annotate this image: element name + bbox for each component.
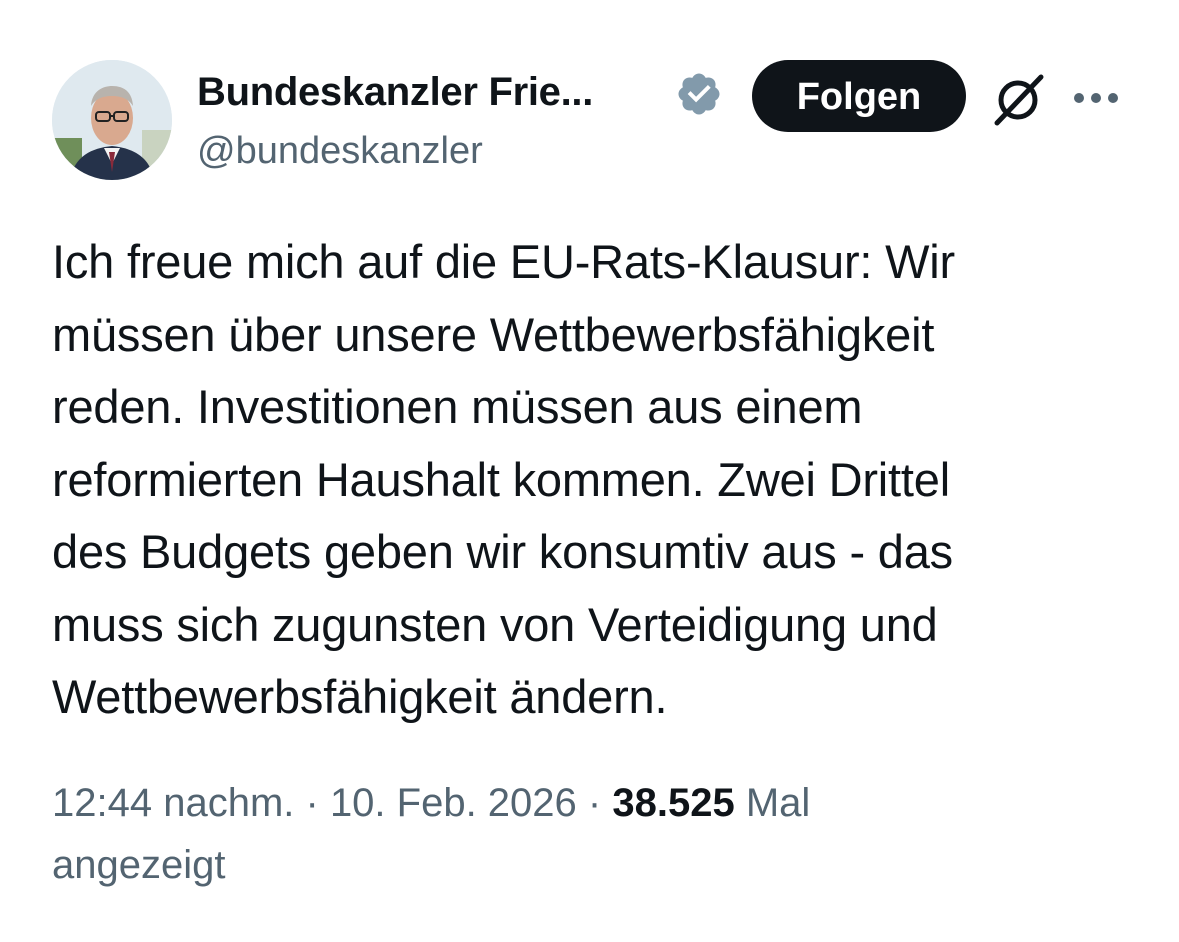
verified-badge-icon[interactable] (675, 70, 723, 118)
tweet-text: Ich freue mich auf die EU-Rats-Klausur: … (52, 226, 1132, 734)
views-label-continued: angezeigt (52, 843, 226, 887)
meta-separator: · (576, 781, 613, 825)
tweet-meta: 12:44 nachm. · 10. Feb. 2026 · 38.525 Ma… (52, 772, 1132, 896)
slash-circle-icon[interactable] (988, 68, 1048, 128)
tweet-text-line: müssen über unsere Wettbewerbsfähigkeit (52, 307, 935, 361)
tweet-text-line: reden. Investitionen müssen aus einem (52, 380, 863, 433)
more-dots-icon[interactable] (1070, 78, 1122, 118)
handle[interactable]: @bundeskanzler (197, 126, 483, 176)
meta-separator: · (294, 781, 330, 825)
tweet-header: Bundeskanzler Frie... @bundeskanzler Fol… (52, 60, 1132, 182)
avatar-photo (52, 60, 172, 180)
tweet-text-line: Wettbewerbsfähigkeit ändern. (52, 670, 668, 723)
tweet-text-line: des Budgets geben wir konsumtiv aus - da… (52, 525, 953, 578)
views-label: Mal (745, 781, 811, 825)
tweet-text-line: muss sich zugunsten von Verteidigung und (52, 597, 938, 651)
tweet-time[interactable]: 12:44 nachm. (52, 781, 294, 825)
display-name[interactable]: Bundeskanzler Frie... (197, 64, 593, 120)
avatar[interactable] (52, 60, 172, 180)
tweet-text-line: reformierten Haushalt kommen. Zwei Dritt… (52, 452, 950, 506)
tweet-text-line: Ich freue mich auf die EU-Rats-Klausur: … (52, 235, 955, 288)
views-count: 38.525 (612, 781, 735, 825)
tweet-date[interactable]: 10. Feb. 2026 (330, 781, 577, 825)
follow-button[interactable]: Folgen (752, 60, 966, 132)
tweet: Bundeskanzler Frie... @bundeskanzler Fol… (0, 0, 1179, 942)
